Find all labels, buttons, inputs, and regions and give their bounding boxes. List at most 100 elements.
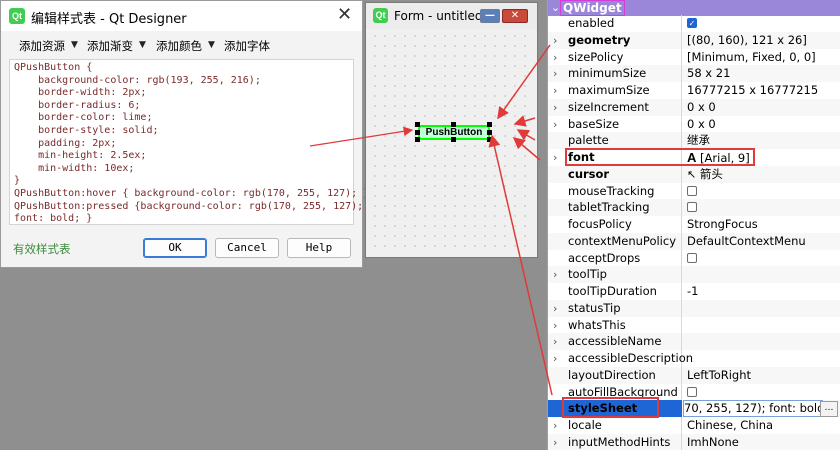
property-checkbox[interactable]: [687, 252, 697, 263]
chevron-right-icon[interactable]: ›: [553, 82, 557, 99]
close-icon[interactable]: ✕: [337, 4, 352, 25]
property-value[interactable]: [Minimum, Fixed, 0, 0]: [687, 49, 816, 66]
chevron-right-icon[interactable]: ›: [553, 49, 557, 66]
resize-handle[interactable]: [415, 122, 420, 127]
qt-logo-icon: Qt: [9, 8, 25, 24]
code-line: min-height: 2.5ex;: [14, 150, 147, 162]
property-value[interactable]: 0 x 0: [687, 116, 716, 133]
chevron-right-icon[interactable]: ›: [553, 266, 557, 283]
resize-handle[interactable]: [451, 137, 456, 142]
property-row-acceptDrops[interactable]: acceptDrops: [548, 249, 840, 267]
property-row-baseSize[interactable]: › baseSize 0 x 0: [548, 115, 840, 133]
add-gradient-button[interactable]: 添加渐变: [87, 38, 133, 54]
property-name: statusTip: [568, 300, 621, 315]
font-highlight-box: [565, 148, 755, 166]
property-value[interactable]: -1: [687, 283, 698, 300]
property-value[interactable]: [(80, 160), 121 x 26]: [687, 32, 807, 49]
property-row-focusPolicy[interactable]: focusPolicy StrongFocus: [548, 216, 840, 233]
property-name: focusPolicy: [568, 217, 632, 231]
chevron-right-icon[interactable]: ›: [553, 350, 557, 367]
add-font-button[interactable]: 添加字体: [224, 38, 270, 54]
property-value[interactable]: 58 x 21: [687, 65, 730, 82]
property-name: toolTipDuration: [568, 284, 657, 298]
property-name-cell: enabled: [548, 15, 682, 32]
property-row-enabled[interactable]: enabled ✓: [548, 15, 840, 32]
property-row-inputMethodHints[interactable]: › inputMethodHints ImhNone: [548, 433, 840, 450]
property-value-text: [(80, 160), 121 x 26]: [687, 32, 807, 47]
property-row-cursor[interactable]: cursor ↖ 箭头: [548, 165, 840, 183]
chevron-right-icon[interactable]: ›: [553, 149, 557, 166]
property-row-toolTipDuration[interactable]: toolTipDuration -1: [548, 283, 840, 300]
chevron-right-icon[interactable]: ›: [553, 300, 557, 317]
property-row-accessibleName[interactable]: › accessibleName: [548, 333, 840, 351]
ok-button[interactable]: OK: [143, 238, 207, 258]
property-checkbox[interactable]: [687, 386, 697, 397]
property-value-text: -1: [687, 284, 699, 298]
chevron-down-icon[interactable]: ▼: [139, 40, 146, 50]
property-value[interactable]: 继承: [687, 132, 710, 149]
chevron-down-icon[interactable]: ▼: [71, 40, 78, 50]
property-row-whatsThis[interactable]: › whatsThis: [548, 316, 840, 334]
minimize-icon[interactable]: —: [480, 9, 500, 23]
property-name: baseSize: [568, 116, 620, 131]
property-name-cell: acceptDrops: [548, 249, 682, 267]
property-value[interactable]: ImhNone: [687, 434, 739, 450]
property-row-layoutDirection[interactable]: layoutDirection LeftToRight: [548, 366, 840, 384]
chevron-right-icon[interactable]: ›: [553, 317, 557, 334]
property-value[interactable]: Chinese, China: [687, 417, 773, 434]
form-canvas[interactable]: PushButton: [370, 31, 533, 254]
property-name-cell: palette: [548, 132, 682, 150]
chevron-right-icon[interactable]: ›: [553, 434, 557, 450]
resize-handle[interactable]: [415, 130, 420, 135]
chevron-right-icon[interactable]: ›: [553, 65, 557, 82]
cancel-button[interactable]: Cancel: [215, 238, 279, 258]
chevron-right-icon[interactable]: ›: [553, 32, 557, 49]
property-checkbox[interactable]: [687, 185, 697, 196]
chevron-down-icon[interactable]: ⌄: [551, 0, 560, 16]
property-name: tabletTracking: [568, 200, 650, 215]
property-row-sizeIncrement[interactable]: › sizeIncrement 0 x 0: [548, 98, 840, 116]
property-value[interactable]: 0 x 0: [687, 99, 716, 116]
chevron-right-icon[interactable]: ›: [553, 417, 557, 434]
add-resource-button[interactable]: 添加资源: [19, 38, 65, 54]
property-value-text: [Minimum, Fixed, 0, 0]: [687, 49, 816, 64]
property-row-toolTip[interactable]: › toolTip: [548, 266, 840, 284]
add-color-button[interactable]: 添加颜色: [156, 38, 202, 54]
property-value[interactable]: LeftToRight: [687, 367, 751, 384]
property-row-contextMenuPolicy[interactable]: contextMenuPolicy DefaultContextMenu: [548, 232, 840, 250]
close-icon[interactable]: ✕: [502, 9, 528, 23]
property-row-tabletTracking[interactable]: tabletTracking: [548, 199, 840, 217]
stylesheet-editor[interactable]: QPushButton { background-color: rgb(193,…: [9, 59, 369, 225]
property-row-maximumSize[interactable]: › maximumSize 16777215 x 16777215: [548, 82, 840, 99]
code-line: font: bold; }: [14, 213, 93, 225]
chevron-right-icon[interactable]: ›: [553, 99, 557, 116]
chevron-right-icon[interactable]: ›: [553, 333, 557, 350]
property-value[interactable]: ↖ 箭头: [687, 166, 723, 183]
property-row-sizePolicy[interactable]: › sizePolicy [Minimum, Fixed, 0, 0]: [548, 48, 840, 66]
property-value-text: 0 x 0: [687, 99, 716, 114]
property-checkbox[interactable]: [687, 202, 697, 213]
resize-handle[interactable]: [415, 137, 420, 142]
property-value[interactable]: DefaultContextMenu: [687, 233, 806, 250]
resize-handle[interactable]: [487, 122, 492, 127]
chevron-right-icon[interactable]: ›: [553, 116, 557, 133]
property-row-locale[interactable]: › locale Chinese, China: [548, 417, 840, 434]
property-checkbox[interactable]: ✓: [687, 18, 697, 28]
property-row-palette[interactable]: palette 继承: [548, 132, 840, 150]
stylesheet-value-field[interactable]: 70, 255, 127); font: bold; }: [683, 400, 823, 418]
help-button[interactable]: Help: [287, 238, 351, 258]
property-row-geometry[interactable]: › geometry [(80, 160), 121 x 26]: [548, 31, 840, 49]
property-row-statusTip[interactable]: › statusTip: [548, 299, 840, 317]
property-value[interactable]: StrongFocus: [687, 216, 758, 233]
resize-handle[interactable]: [451, 122, 456, 127]
property-row-accessibleDescription[interactable]: › accessibleDescription: [548, 350, 840, 367]
property-row-minimumSize[interactable]: › minimumSize 58 x 21: [548, 65, 840, 83]
resize-handle[interactable]: [487, 130, 492, 135]
property-value[interactable]: 16777215 x 16777215: [687, 82, 818, 99]
property-name-cell: toolTipDuration: [548, 283, 682, 300]
property-value-text: 16777215 x 16777215: [687, 83, 819, 97]
resize-handle[interactable]: [487, 137, 492, 142]
property-row-mouseTracking[interactable]: mouseTracking: [548, 182, 840, 200]
chevron-down-icon[interactable]: ▼: [208, 40, 215, 50]
edit-stylesheet-button[interactable]: …: [820, 401, 838, 418]
